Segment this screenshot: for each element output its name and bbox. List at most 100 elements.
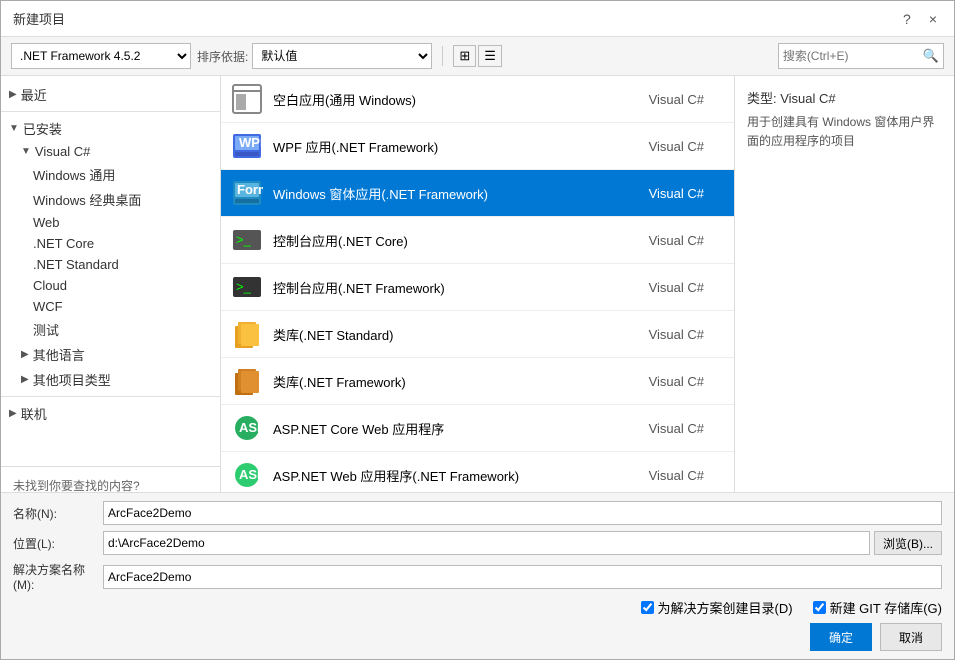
project-name-aspnet-core: ASP.NET Core Web 应用程序	[273, 419, 644, 438]
dialog-title: 新建项目	[13, 9, 65, 28]
sidebar-divider-2	[1, 396, 220, 397]
sidebar-item-label-windows-classic: Windows 经典桌面	[33, 190, 141, 209]
project-name-blank-uwp: 空白应用(通用 Windows)	[273, 90, 644, 109]
project-item-lib-standard[interactable]: 类库(.NET Standard) Visual C#	[221, 311, 734, 358]
sort-section: 排序依据: 默认值	[197, 43, 432, 69]
help-button[interactable]: ?	[898, 9, 916, 29]
view-buttons: ⊞ ☰	[453, 45, 502, 67]
checkbox-git-input[interactable]	[813, 601, 826, 614]
svg-text:Form: Form	[237, 182, 263, 197]
project-name-wpf: WPF 应用(.NET Framework)	[273, 137, 644, 156]
sidebar-item-visualcs[interactable]: ▼ Visual C#	[1, 141, 220, 162]
sidebar-item-machine[interactable]: ▶ 联机	[1, 401, 220, 426]
sidebar-item-web[interactable]: Web	[1, 212, 220, 233]
main-content: ▶ 最近 ▼ 已安装 ▼ Visual C# Windows 通用 Window…	[1, 76, 954, 492]
name-input[interactable]	[103, 501, 942, 525]
search-input[interactable]	[783, 49, 923, 63]
sidebar-item-label-test: 测试	[33, 320, 59, 339]
checkbox-git-label: 新建 GIT 存储库(G)	[830, 598, 942, 617]
browse-button[interactable]: 浏览(B)...	[874, 531, 942, 555]
project-icon-aspnet: ASP	[231, 459, 263, 491]
project-item-wpf[interactable]: WPF WPF 应用(.NET Framework) Visual C#	[221, 123, 734, 170]
project-type-lib-fw: Visual C#	[644, 374, 724, 389]
expand-icon-visualcs: ▼	[21, 146, 31, 157]
sidebar-bottom-text: 未找到你要查找的内容?	[13, 477, 208, 492]
expand-icon-machine: ▶	[9, 408, 17, 419]
sidebar-item-installed[interactable]: ▼ 已安装	[1, 116, 220, 141]
project-item-blank-uwp[interactable]: 空白应用(通用 Windows) Visual C#	[221, 76, 734, 123]
checkboxes: 为解决方案创建目录(D) 新建 GIT 存储库(G)	[13, 598, 942, 617]
svg-text:WPF: WPF	[239, 135, 263, 150]
cancel-button[interactable]: 取消	[880, 623, 942, 651]
project-type-lib-standard: Visual C#	[644, 327, 724, 342]
project-icon-wpf: WPF	[231, 130, 263, 162]
project-name-lib-standard: 类库(.NET Standard)	[273, 325, 644, 344]
sidebar-item-label-installed: 已安装	[23, 119, 62, 138]
sidebar-item-cloud[interactable]: Cloud	[1, 275, 220, 296]
svg-text:>_: >_	[236, 232, 252, 247]
search-box: 🔍	[778, 43, 944, 69]
project-icon-lib-standard	[231, 318, 263, 350]
right-panel-type: 类型: Visual C#	[747, 88, 942, 107]
project-item-winform[interactable]: Form Windows 窗体应用(.NET Framework) Visual…	[221, 170, 734, 217]
sidebar-item-net-standard[interactable]: .NET Standard	[1, 254, 220, 275]
sidebar-item-windows-classic[interactable]: Windows 经典桌面	[1, 187, 220, 212]
expand-icon-installed: ▼	[9, 123, 19, 134]
form-row-solution: 解决方案名称(M):	[13, 561, 942, 592]
project-type-aspnet: Visual C#	[644, 468, 724, 483]
project-type-aspnet-core: Visual C#	[644, 421, 724, 436]
grid-view-button[interactable]: ⊞	[453, 45, 476, 67]
confirm-button[interactable]: 确定	[810, 623, 872, 651]
checkbox-create-dir-input[interactable]	[641, 601, 654, 614]
project-item-aspnet-core[interactable]: ASP ASP.NET Core Web 应用程序 Visual C#	[221, 405, 734, 452]
sidebar-item-other-types[interactable]: ▶ 其他项目类型	[1, 367, 220, 392]
project-item-console-core[interactable]: >_ 控制台应用(.NET Core) Visual C#	[221, 217, 734, 264]
sidebar-bottom: 未找到你要查找的内容? 打开 Visual Studio 安装程序	[1, 466, 220, 492]
project-item-lib-fw[interactable]: 类库(.NET Framework) Visual C#	[221, 358, 734, 405]
project-name-aspnet: ASP.NET Web 应用程序(.NET Framework)	[273, 466, 644, 485]
project-item-aspnet[interactable]: ASP ASP.NET Web 应用程序(.NET Framework) Vis…	[221, 452, 734, 492]
action-buttons: 确定 取消	[13, 623, 942, 651]
project-icon-console-fw: >_	[231, 271, 263, 303]
name-label: 名称(N):	[13, 505, 103, 522]
sidebar-item-test[interactable]: 测试	[1, 317, 220, 342]
svg-text:ASP: ASP	[239, 467, 263, 482]
form-row-name: 名称(N):	[13, 501, 942, 525]
project-name-console-fw: 控制台应用(.NET Framework)	[273, 278, 644, 297]
expand-icon-other-langs: ▶	[21, 349, 29, 360]
bottom-bar: 名称(N): 位置(L): 浏览(B)... 解决方案名称(M): 为解决方案创…	[1, 492, 954, 659]
sidebar-item-net-core[interactable]: .NET Core	[1, 233, 220, 254]
sidebar-item-recent[interactable]: ▶ 最近	[1, 82, 220, 107]
sidebar-item-other-langs[interactable]: ▶ 其他语言	[1, 342, 220, 367]
framework-select[interactable]: .NET Framework 4.5.2	[11, 43, 191, 69]
location-input-group: 浏览(B)...	[103, 531, 942, 555]
sidebar: ▶ 最近 ▼ 已安装 ▼ Visual C# Windows 通用 Window…	[1, 76, 221, 492]
project-icon-lib-fw	[231, 365, 263, 397]
toolbar-separator	[442, 46, 443, 66]
title-bar-controls: ? ×	[898, 9, 942, 29]
sidebar-item-label-cloud: Cloud	[33, 278, 67, 293]
sidebar-item-label-visualcs: Visual C#	[35, 144, 90, 159]
sidebar-item-wcf[interactable]: WCF	[1, 296, 220, 317]
expand-icon-other-types: ▶	[21, 374, 29, 385]
solution-input[interactable]	[103, 565, 942, 589]
location-input[interactable]	[103, 531, 870, 555]
checkbox-create-dir[interactable]: 为解决方案创建目录(D)	[641, 598, 793, 617]
sidebar-divider-1	[1, 111, 220, 112]
sidebar-item-windows-universal[interactable]: Windows 通用	[1, 162, 220, 187]
right-panel-description: 用于创建具有 Windows 窗体用户界面的应用程序的项目	[747, 113, 942, 151]
close-button[interactable]: ×	[924, 9, 942, 29]
right-panel: 类型: Visual C# 用于创建具有 Windows 窗体用户界面的应用程序…	[734, 76, 954, 492]
sidebar-item-label-recent: 最近	[21, 85, 47, 104]
project-icon-console-core: >_	[231, 224, 263, 256]
new-project-dialog: 新建项目 ? × .NET Framework 4.5.2 排序依据: 默认值 …	[0, 0, 955, 660]
sidebar-item-label-net-core: .NET Core	[33, 236, 94, 251]
project-item-console-fw[interactable]: >_ 控制台应用(.NET Framework) Visual C#	[221, 264, 734, 311]
project-icon-blank-uwp	[231, 83, 263, 115]
checkbox-git[interactable]: 新建 GIT 存储库(G)	[813, 598, 942, 617]
search-icon: 🔍	[923, 48, 939, 64]
sort-select[interactable]: 默认值	[252, 43, 432, 69]
sidebar-item-label-other-langs: 其他语言	[33, 345, 85, 364]
sidebar-item-label-machine: 联机	[21, 404, 47, 423]
list-view-button[interactable]: ☰	[478, 45, 502, 67]
